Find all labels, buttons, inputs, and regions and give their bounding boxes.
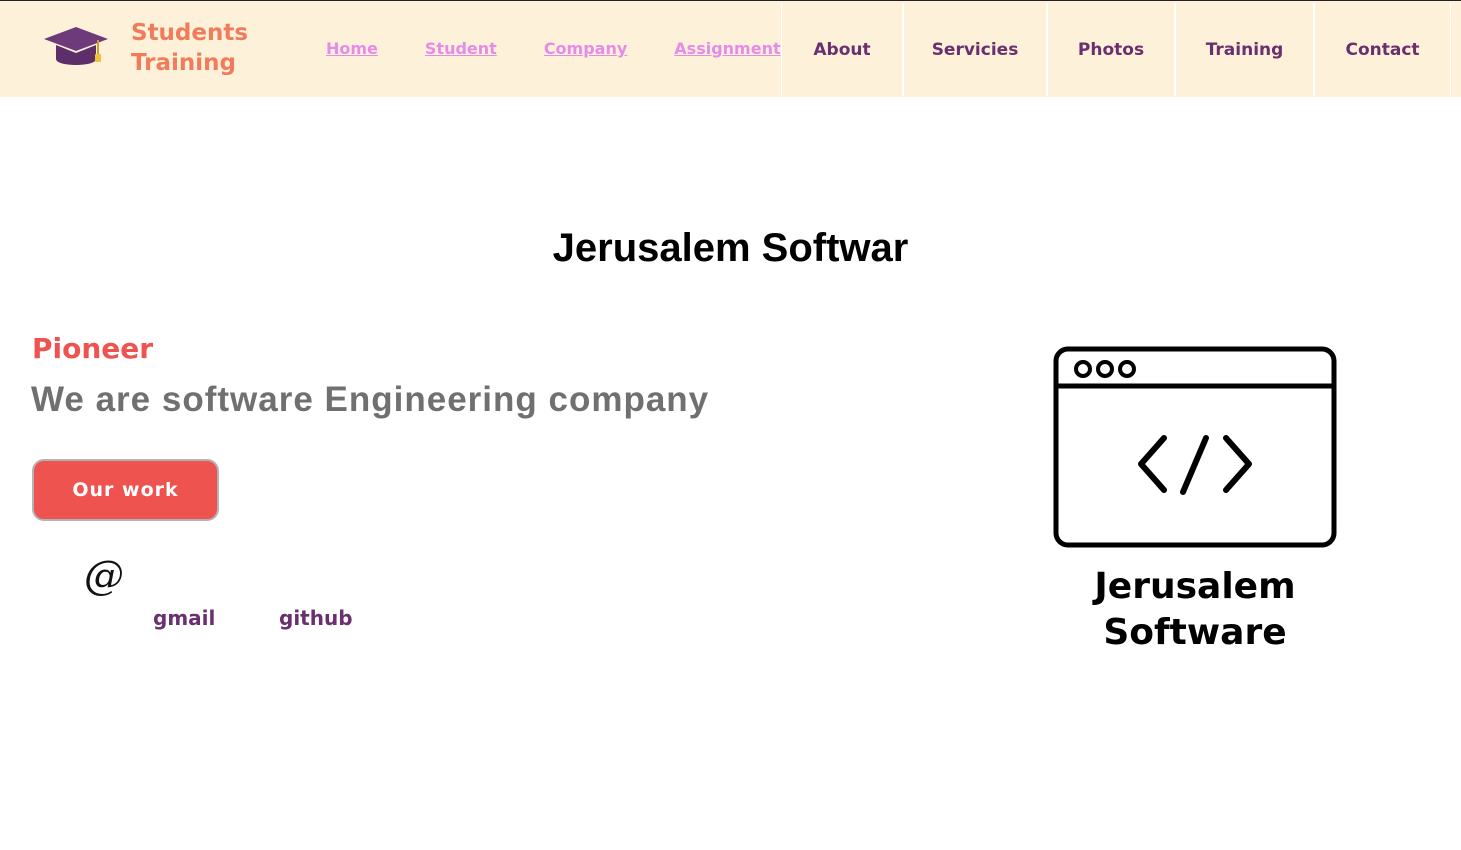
brand-name: Students Training — [131, 18, 271, 78]
code-window-icon — [1053, 346, 1337, 548]
code-window-illustration: Jerusalem Software — [1053, 346, 1337, 653]
hero-tagline: We are software Engineering company — [31, 380, 710, 419]
nav-link-assignment[interactable]: Assignment — [674, 39, 780, 58]
illustration-line1: Jerusalem — [1091, 566, 1295, 607]
menu-item-photos[interactable]: Photos — [1047, 3, 1175, 96]
menu-item-contact[interactable]: Contact — [1314, 3, 1451, 96]
graduation-cap-icon — [44, 27, 108, 65]
nav-link-student[interactable]: Student — [425, 39, 497, 58]
top-navbar: Students Training Home Student Company A… — [0, 0, 1461, 97]
nav-link-home[interactable]: Home — [326, 39, 378, 58]
our-work-button[interactable]: Our work — [32, 459, 219, 521]
menu-item-servicies[interactable]: Servicies — [903, 3, 1047, 96]
menu-item-training[interactable]: Training — [1175, 3, 1314, 96]
main-menu: About Servicies Photos Training Contact — [781, 3, 1451, 96]
brand-line2: Training — [131, 50, 237, 76]
github-link[interactable]: github — [279, 606, 353, 630]
nav-links: Home Student Company Assignment — [326, 39, 781, 58]
menu-item-about[interactable]: About — [781, 3, 903, 96]
at-icon: @ — [84, 553, 124, 599]
brand-line1: Students — [131, 20, 249, 46]
page-title: Jerusalem Softwar — [552, 226, 909, 270]
illustration-line2: Software — [1103, 612, 1286, 653]
gmail-link[interactable]: gmail — [153, 606, 215, 630]
nav-link-company[interactable]: Company — [544, 39, 627, 58]
brand[interactable]: Students Training — [42, 20, 248, 77]
hero-eyebrow: Pioneer — [32, 332, 154, 365]
